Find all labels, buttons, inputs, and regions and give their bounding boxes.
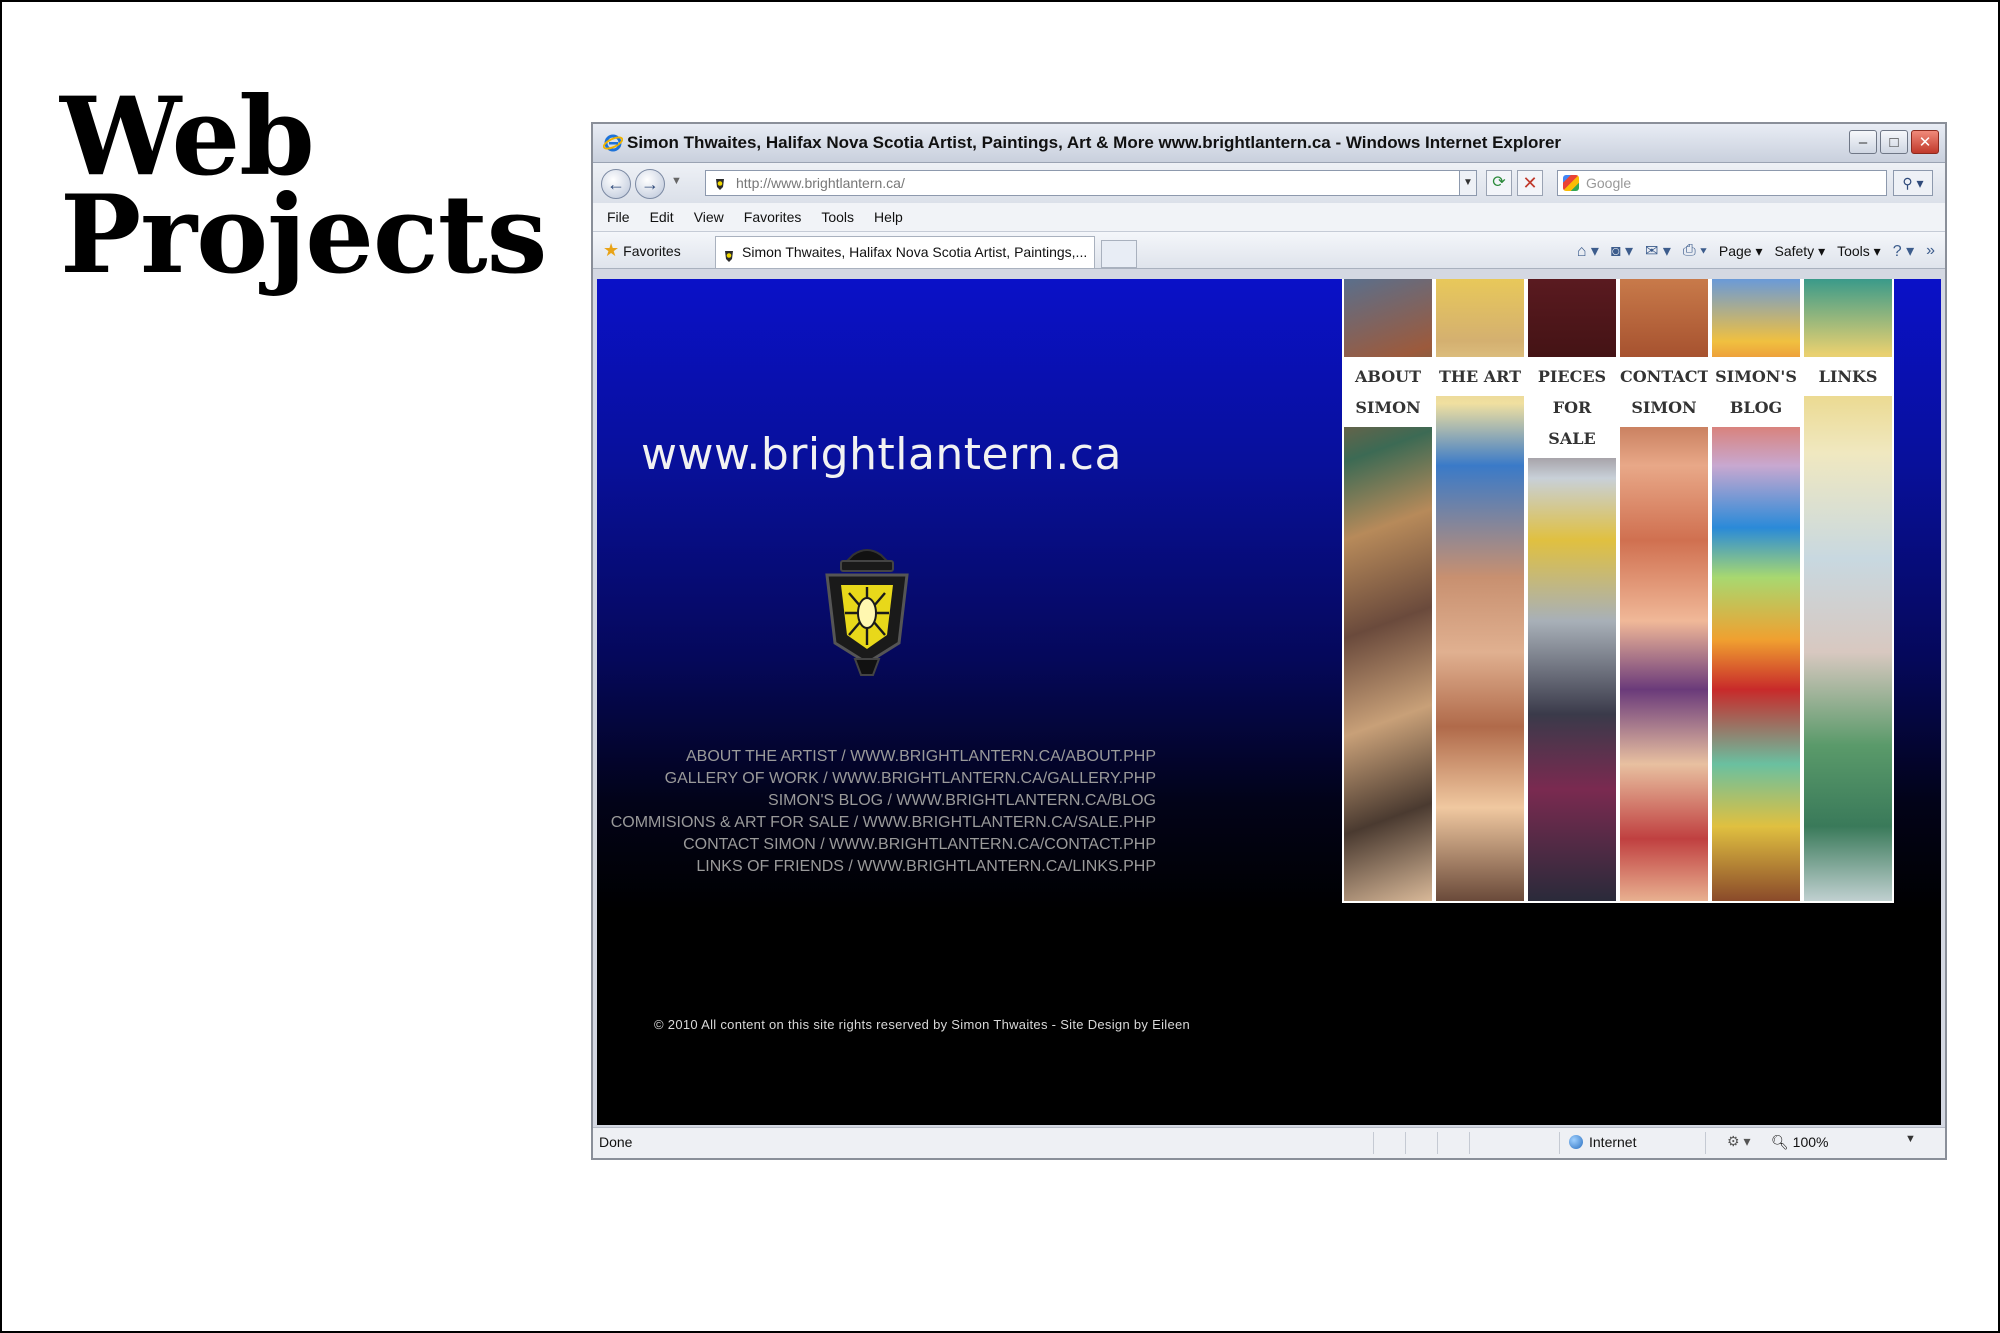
title-bar[interactable]: Simon Thwaites, Halifax Nova Scotia Arti…	[593, 124, 1945, 163]
stop-button[interactable]: ✕	[1517, 170, 1543, 196]
recent-pages-chevron-icon[interactable]: ▼	[671, 175, 682, 187]
heading-line-2: Projects	[60, 172, 547, 298]
browser-window: Simon Thwaites, Halifax Nova Scotia Arti…	[591, 122, 1947, 1160]
slide-heading: Web Projects	[60, 83, 547, 298]
mail-icon[interactable]: ✉ ▾	[1645, 241, 1671, 261]
nav-label-links: LINKS	[1804, 357, 1892, 396]
zoom-dropdown-icon[interactable]: ▼	[1905, 1133, 1916, 1145]
search-button[interactable]: ⚲ ▾	[1893, 170, 1933, 196]
tab-favicon-icon	[721, 244, 737, 268]
window-title: Simon Thwaites, Halifax Nova Scotia Arti…	[627, 133, 1562, 152]
copyright-text: © 2010 All content on this site rights r…	[654, 1017, 1191, 1032]
address-text: http://www.brightlantern.ca/	[736, 175, 905, 191]
zoom-button[interactable]: 🔍︎ 100%	[1771, 1134, 1828, 1151]
forward-arrow-icon: →	[641, 173, 659, 194]
zoom-icon: 🔍︎	[1771, 1134, 1789, 1150]
nav-contact-simon[interactable]: CONTACT SIMON	[1620, 279, 1708, 901]
favorites-bar: ★ Favorites Simon Thwaites, Halifax Nova …	[593, 232, 1945, 269]
link-links[interactable]: LINKS OF FRIENDS / WWW.BRIGHTLANTERN.CA/…	[611, 856, 1156, 878]
menu-edit[interactable]: Edit	[650, 203, 674, 231]
maximize-icon: □	[1889, 133, 1899, 151]
favorites-button[interactable]: ★ Favorites	[603, 240, 681, 261]
nav-label-pieces-for-sale: PIECES FOR SALE	[1528, 357, 1616, 458]
minimize-button[interactable]: –	[1849, 130, 1877, 154]
nav-label-about-simon: ABOUT SIMON	[1344, 357, 1432, 427]
back-arrow-icon: ←	[607, 173, 625, 194]
link-gallery[interactable]: GALLERY OF WORK / WWW.BRIGHTLANTERN.CA/G…	[611, 768, 1156, 790]
nav-links[interactable]: LINKS	[1804, 279, 1892, 901]
favorites-label: Favorites	[623, 243, 681, 259]
feeds-icon[interactable]: ◙ ▾	[1611, 241, 1633, 261]
minimize-icon: –	[1858, 133, 1868, 151]
magnifier-icon: ⚲ ▾	[1902, 175, 1924, 191]
safety-menu-button[interactable]: Safety ▾	[1774, 243, 1825, 260]
link-blog[interactable]: SIMON'S BLOG / WWW.BRIGHTLANTERN.CA/BLOG	[611, 790, 1156, 812]
google-icon	[1563, 175, 1579, 191]
link-contact[interactable]: CONTACT SIMON / WWW.BRIGHTLANTERN.CA/CON…	[611, 834, 1156, 856]
globe-icon	[1569, 1135, 1583, 1149]
nav-pieces-for-sale[interactable]: PIECES FOR SALE	[1528, 279, 1616, 901]
search-input[interactable]: Google	[1557, 170, 1887, 196]
address-toolbar: ← → ▼ http://www.brightlantern.ca/ ▼ ⟳ ✕…	[593, 163, 1945, 203]
star-icon: ★	[603, 240, 620, 260]
menu-file[interactable]: File	[607, 203, 630, 231]
lantern-logo[interactable]	[815, 547, 919, 684]
tools-menu-button[interactable]: Tools ▾	[1837, 243, 1881, 260]
menu-favorites[interactable]: Favorites	[744, 203, 802, 231]
status-text: Done	[599, 1134, 633, 1150]
close-button[interactable]: ✕	[1911, 130, 1939, 154]
site-title: www.brightlantern.ca	[641, 429, 1122, 480]
nav-label-the-art: THE ART	[1436, 357, 1524, 396]
link-about-artist[interactable]: ABOUT THE ARTIST / WWW.BRIGHTLANTERN.CA/…	[611, 746, 1156, 768]
refresh-icon: ⟳	[1492, 174, 1506, 191]
nav-art-strips: ABOUT SIMON THE ART PIECES FOR SALE CONT…	[1342, 279, 1894, 903]
menu-help[interactable]: Help	[874, 203, 903, 231]
close-icon: ✕	[1918, 134, 1932, 151]
search-placeholder: Google	[1586, 175, 1632, 191]
new-tab-button[interactable]	[1101, 240, 1137, 268]
lantern-favicon	[712, 175, 728, 199]
help-icon[interactable]: ? ▾	[1893, 241, 1914, 261]
nav-the-art[interactable]: THE ART	[1436, 279, 1524, 901]
home-icon[interactable]: ⌂ ▾	[1577, 241, 1599, 261]
slide: Web Projects Simon Thwaites, Halifax Nov…	[0, 0, 2000, 1333]
nav-simons-blog[interactable]: SIMON'S BLOG	[1712, 279, 1800, 901]
tab-title: Simon Thwaites, Halifax Nova Scotia Arti…	[742, 244, 1088, 260]
nav-label-simons-blog: SIMON'S BLOG	[1712, 357, 1800, 427]
page-menu-button[interactable]: Page ▾	[1719, 243, 1763, 260]
active-tab[interactable]: Simon Thwaites, Halifax Nova Scotia Arti…	[715, 236, 1095, 268]
link-sale[interactable]: COMMISIONS & ART FOR SALE / WWW.BRIGHTLA…	[611, 812, 1156, 834]
command-bar: ⌂ ▾ ◙ ▾ ✉ ▾ ⎙ ▾ Page ▾ Safety ▾ Tools ▾ …	[1577, 241, 1935, 261]
back-button[interactable]: ←	[601, 169, 631, 199]
print-icon[interactable]: ⎙ ▾	[1683, 242, 1707, 260]
status-bar: Done Internet ⚙ ▾ 🔍︎ 100% ▼	[593, 1127, 1945, 1158]
address-input[interactable]: http://www.brightlantern.ca/	[705, 170, 1475, 196]
menu-view[interactable]: View	[694, 203, 724, 231]
refresh-button[interactable]: ⟳	[1486, 170, 1512, 196]
protected-mode-icon[interactable]: ⚙ ▾	[1727, 1133, 1750, 1150]
text-links: ABOUT THE ARTIST / WWW.BRIGHTLANTERN.CA/…	[611, 746, 1156, 878]
chevron-right-icon[interactable]: »	[1926, 242, 1935, 260]
stop-icon: ✕	[1522, 173, 1538, 193]
address-dropdown-button[interactable]: ▼	[1459, 170, 1477, 196]
forward-button[interactable]: →	[635, 169, 665, 199]
ie-icon	[602, 133, 624, 158]
menu-tools[interactable]: Tools	[821, 203, 854, 231]
maximize-button[interactable]: □	[1880, 130, 1908, 154]
page-viewport: www.brightlantern.ca ABOUT THE ARTIST / …	[597, 279, 1941, 1125]
menu-bar: File Edit View Favorites Tools Help	[593, 203, 1945, 232]
nav-about-simon[interactable]: ABOUT SIMON	[1344, 279, 1432, 901]
security-zone[interactable]: Internet	[1569, 1134, 1636, 1150]
nav-label-contact-simon: CONTACT SIMON	[1620, 357, 1708, 427]
